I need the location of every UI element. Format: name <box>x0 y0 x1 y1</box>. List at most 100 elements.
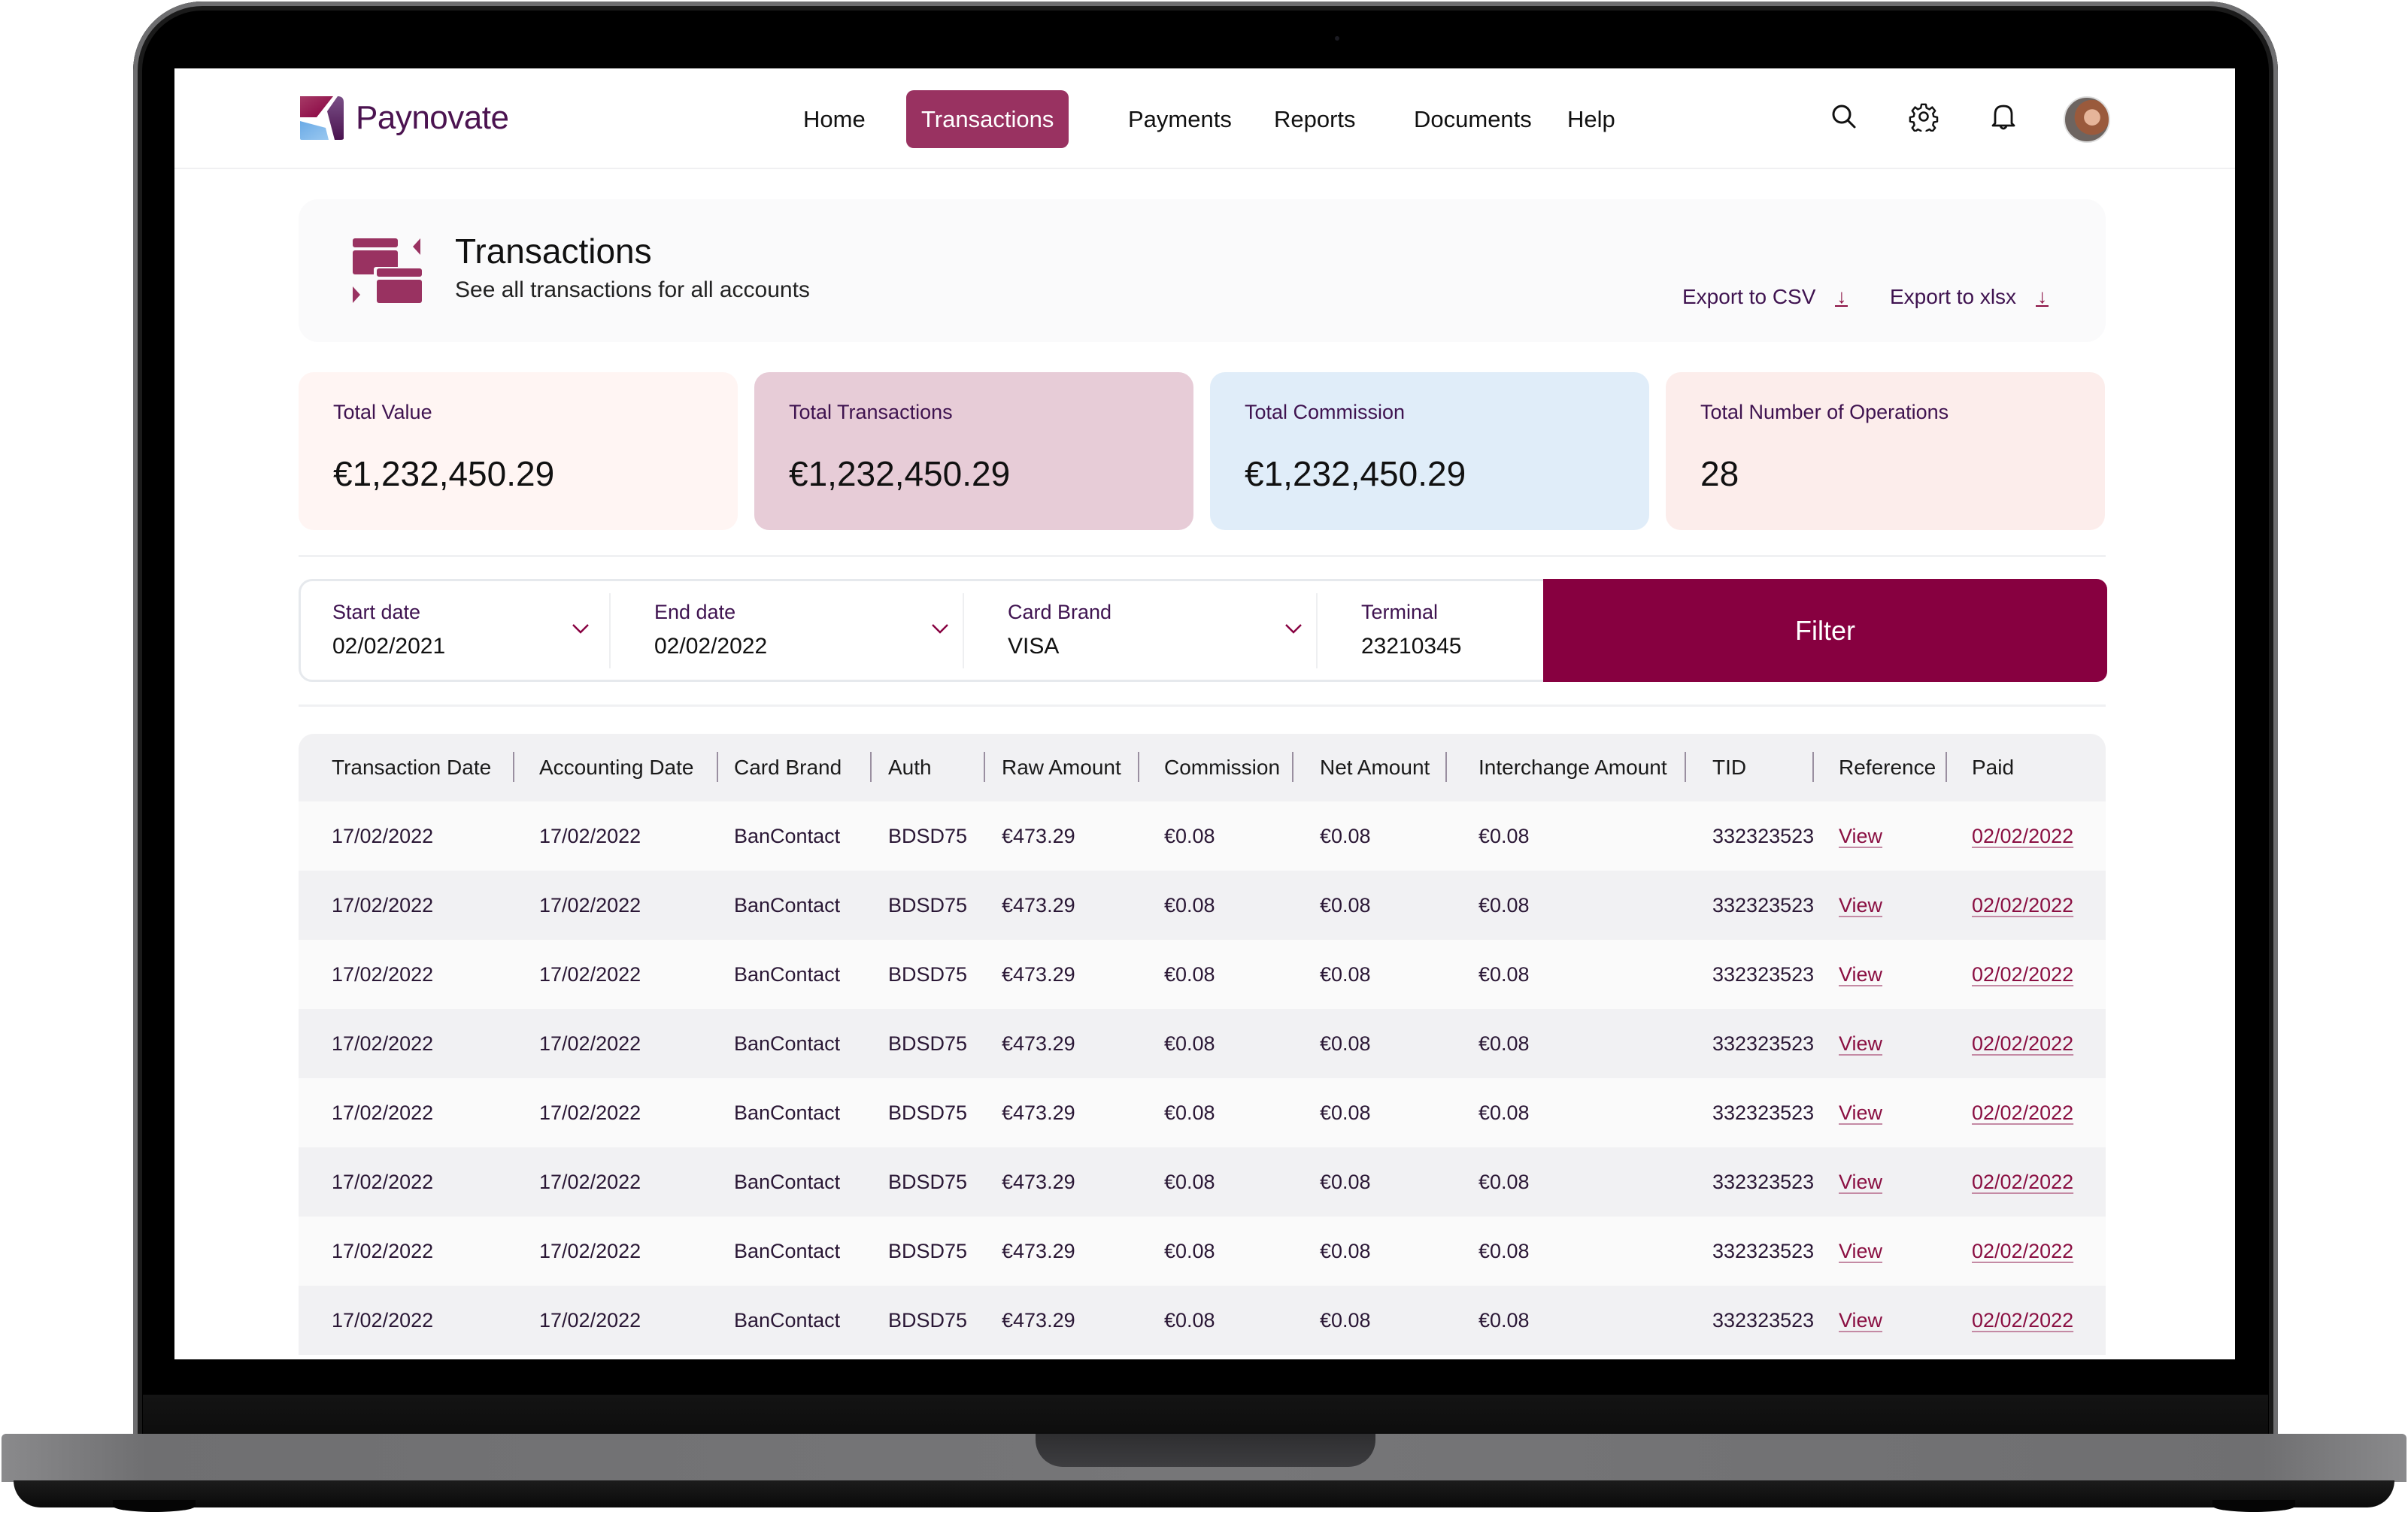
paid-date-link[interactable]: 02/02/2022 <box>1972 801 2073 871</box>
cell-interchange-amount: €0.08 <box>1478 1171 1530 1193</box>
paid-date-link[interactable]: 02/02/2022 <box>1972 1078 2073 1147</box>
cell-card-brand: BanContact <box>734 963 841 986</box>
filter-value: 02/02/2021 <box>332 634 446 659</box>
chevron-down-icon <box>572 624 589 634</box>
column-header-transaction-date[interactable]: Transaction Date <box>332 734 491 801</box>
view-reference-link[interactable]: View <box>1839 1217 1882 1286</box>
column-separator[interactable] <box>717 752 718 782</box>
table-row[interactable]: 17/02/2022 17/02/2022 BanContact BDSD75 €473… <box>299 1009 2106 1078</box>
paynovate-logo-icon <box>300 96 344 140</box>
nav-help[interactable]: Help <box>1552 90 1630 148</box>
column-header-paid[interactable]: Paid <box>1972 734 2014 801</box>
nav-transactions[interactable]: Transactions <box>906 90 1069 148</box>
paid-date-link[interactable]: 02/02/2022 <box>1972 940 2073 1009</box>
export-xlsx-button[interactable]: Export to xlsx ↓ <box>1890 285 2049 309</box>
cell-card-brand: BanContact <box>734 1171 841 1193</box>
filter-value: VISA <box>1008 634 1060 659</box>
cell-card-brand: BanContact <box>734 1032 841 1055</box>
view-reference-link[interactable]: View <box>1839 1009 1882 1078</box>
nav-home[interactable]: Home <box>788 90 881 148</box>
laptop-foot <box>113 1500 196 1512</box>
column-separator[interactable] <box>513 752 514 782</box>
table-row[interactable]: 17/02/2022 17/02/2022 BanContact BDSD75 €473… <box>299 801 2106 871</box>
brand-logo[interactable]: Paynovate <box>299 95 509 141</box>
filter-button[interactable]: Filter <box>1543 579 2107 682</box>
paid-date-link[interactable]: 02/02/2022 <box>1972 1286 2073 1355</box>
table-row[interactable]: 17/02/2022 17/02/2022 BanContact BDSD75 €473… <box>299 1147 2106 1217</box>
cell-commission: €0.08 <box>1164 894 1215 917</box>
section-divider <box>299 704 2106 707</box>
cell-auth: BDSD75 <box>888 1032 968 1055</box>
view-reference-link[interactable]: View <box>1839 1078 1882 1147</box>
view-reference-link[interactable]: View <box>1839 801 1882 871</box>
column-separator[interactable] <box>1138 752 1139 782</box>
cell-auth: BDSD75 <box>888 894 968 917</box>
column-header-accounting-date[interactable]: Accounting Date <box>539 734 693 801</box>
table-row[interactable]: 17/02/2022 17/02/2022 BanContact BDSD75 €473… <box>299 1078 2106 1147</box>
cell-tid: 332323523 <box>1712 1240 1815 1262</box>
column-header-auth[interactable]: Auth <box>888 734 932 801</box>
bell-icon[interactable] <box>1988 102 2018 132</box>
column-separator[interactable] <box>1946 752 1947 782</box>
cell-tid: 332323523 <box>1712 963 1815 986</box>
stat-card-total-transactions: Total Transactions €1,232,450.29 <box>754 372 1193 530</box>
column-separator[interactable] <box>984 752 985 782</box>
table-row[interactable]: 17/02/2022 17/02/2022 BanContact BDSD75 €473… <box>299 1286 2106 1355</box>
filter-separator <box>1316 593 1318 668</box>
nav-reports[interactable]: Reports <box>1259 90 1371 148</box>
paid-date-link[interactable]: 02/02/2022 <box>1972 1217 2073 1286</box>
filter-separator <box>963 593 964 668</box>
column-separator[interactable] <box>1292 752 1293 782</box>
view-reference-link[interactable]: View <box>1839 940 1882 1009</box>
column-separator[interactable] <box>870 752 872 782</box>
table-row[interactable]: 17/02/2022 17/02/2022 BanContact BDSD75 €473… <box>299 871 2106 940</box>
page-title: Transactions <box>455 232 652 271</box>
view-reference-link[interactable]: View <box>1839 1147 1882 1217</box>
column-separator[interactable] <box>1445 752 1447 782</box>
filter-label: Start date <box>332 601 421 623</box>
export-csv-label: Export to CSV <box>1682 285 1816 308</box>
search-icon[interactable] <box>1829 102 1859 132</box>
transactions-table: Transaction Date Accounting Date Card Bran… <box>299 734 2106 1355</box>
start-date-select[interactable]: Start date 02/02/2021 <box>301 581 609 680</box>
nav-payments[interactable]: Payments <box>1113 90 1247 148</box>
cell-card-brand: BanContact <box>734 825 841 847</box>
column-header-reference[interactable]: Reference <box>1839 734 1936 801</box>
table-row[interactable]: 17/02/2022 17/02/2022 BanContact BDSD75 €473… <box>299 1217 2106 1286</box>
stat-value: 28 <box>1700 454 1739 493</box>
view-reference-link[interactable]: View <box>1839 871 1882 940</box>
column-header-interchange-amount[interactable]: Interchange Amount <box>1478 734 1667 801</box>
cell-transaction-date: 17/02/2022 <box>332 894 434 917</box>
cell-auth: BDSD75 <box>888 1171 968 1193</box>
filter-value: 02/02/2022 <box>654 634 768 659</box>
column-header-card-brand[interactable]: Card Brand <box>734 734 842 801</box>
column-header-commission[interactable]: Commission <box>1164 734 1280 801</box>
cell-tid: 332323523 <box>1712 825 1815 847</box>
cell-commission: €0.08 <box>1164 1171 1215 1193</box>
chevron-down-icon <box>932 624 948 634</box>
column-separator[interactable] <box>1812 752 1814 782</box>
cell-interchange-amount: €0.08 <box>1478 825 1530 847</box>
table-header-row: Transaction Date Accounting Date Card Bran… <box>299 734 2106 801</box>
end-date-select[interactable]: End date 02/02/2022 <box>623 581 969 680</box>
cell-commission: €0.08 <box>1164 1032 1215 1055</box>
table-row[interactable]: 17/02/2022 17/02/2022 BanContact BDSD75 €473… <box>299 940 2106 1009</box>
cell-net-amount: €0.08 <box>1320 825 1371 847</box>
cell-accounting-date: 17/02/2022 <box>539 1240 641 1262</box>
paid-date-link[interactable]: 02/02/2022 <box>1972 1009 2073 1078</box>
view-reference-link[interactable]: View <box>1839 1286 1882 1355</box>
column-header-raw-amount[interactable]: Raw Amount <box>1002 734 1121 801</box>
column-separator[interactable] <box>1685 752 1686 782</box>
cell-net-amount: €0.08 <box>1320 1309 1371 1332</box>
gear-icon[interactable] <box>1909 102 1939 132</box>
stat-value: €1,232,450.29 <box>789 454 1011 493</box>
card-brand-select[interactable]: Card Brand VISA <box>976 581 1322 680</box>
column-header-net-amount[interactable]: Net Amount <box>1320 734 1430 801</box>
user-avatar[interactable] <box>2064 96 2110 143</box>
column-header-tid[interactable]: TID <box>1712 734 1746 801</box>
paid-date-link[interactable]: 02/02/2022 <box>1972 1147 2073 1217</box>
nav-documents[interactable]: Documents <box>1399 90 1547 148</box>
cell-transaction-date: 17/02/2022 <box>332 963 434 986</box>
paid-date-link[interactable]: 02/02/2022 <box>1972 871 2073 940</box>
export-csv-button[interactable]: Export to CSV ↓ <box>1682 285 1848 309</box>
